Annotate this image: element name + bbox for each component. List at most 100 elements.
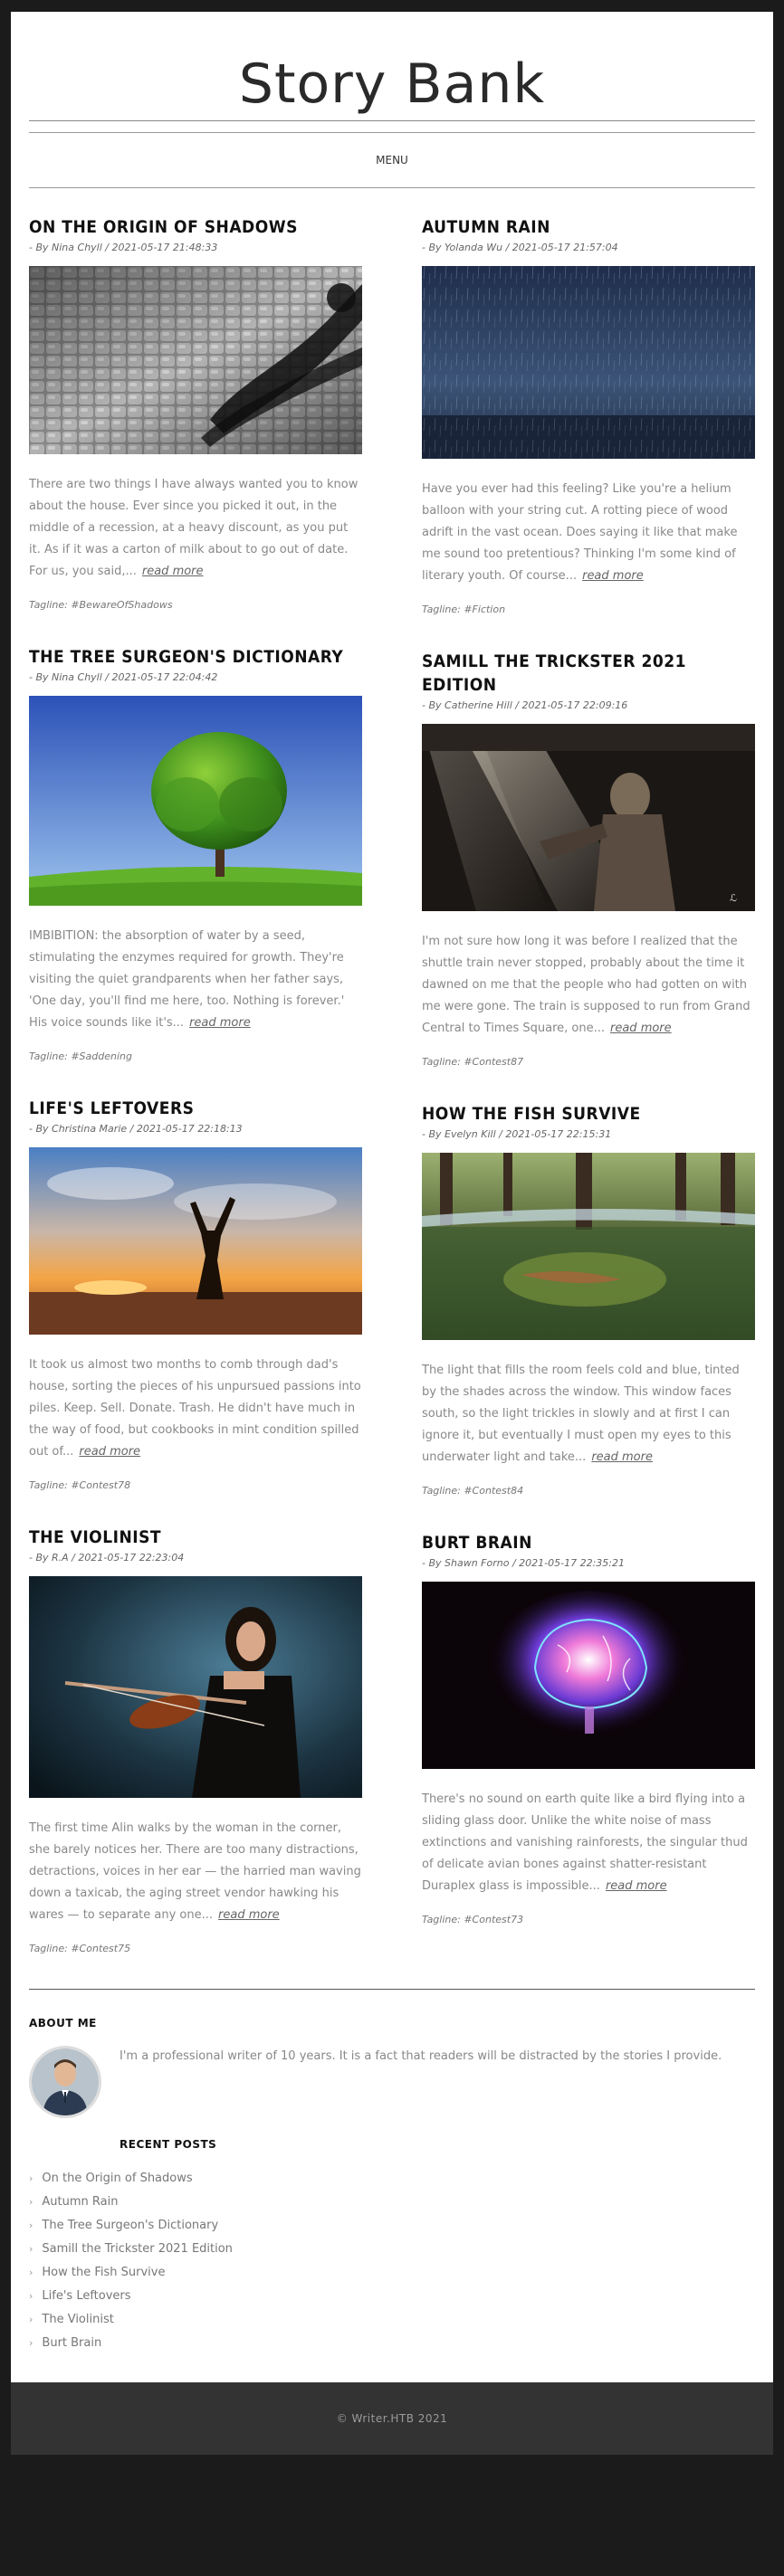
chevron-right-icon: › [29,2243,33,2255]
about-text: I'm a professional writer of 10 years. I… [120,2049,722,2063]
recent-post-link[interactable]: › Samill the Trickster 2021 Edition [29,2238,755,2261]
read-more-link[interactable]: read more [610,1022,672,1035]
post-excerpt: It took us almost two months to comb thr… [29,1355,362,1463]
read-more-link[interactable]: read more [606,1879,667,1893]
post-excerpt-text: There's no sound on earth quite like a b… [422,1792,748,1893]
chevron-right-icon: › [29,2290,33,2302]
post-title[interactable]: Burt Brain [422,1531,755,1554]
site-title[interactable]: Story Bank [29,48,755,120]
post-excerpt-text: There are two things I have always wante… [29,478,359,578]
post-image-dark-train[interactable]: ℒ [422,724,755,911]
post-image-tree[interactable] [29,696,362,906]
recent-post-link[interactable]: › Burt Brain [29,2332,755,2355]
post-title[interactable]: Samill the Trickster 2021 Edition [422,650,755,697]
posts-column-right: Autumn Rain - By Yolanda Wu / 2021-05-17… [422,215,755,1989]
post-image-shadow[interactable] [29,266,362,454]
recent-post-link[interactable]: › Autumn Rain [29,2191,755,2214]
post-tagline: Tagline: #Contest78 [29,1479,131,1491]
posts-grid: On the Origin of Shadows - By Nina Chyll… [29,215,755,1989]
chevron-right-icon: › [29,2337,33,2349]
post-card: The Violinist - By R.A / 2021-05-17 22:2… [29,1526,362,1954]
post-excerpt-text: The first time Alin walks by the woman i… [29,1821,361,1922]
chevron-right-icon: › [29,2196,33,2208]
post-excerpt: The light that fills the room feels cold… [422,1360,755,1469]
recent-post-label: Life's Leftovers [42,2289,131,2303]
post-tagline: Tagline: #Contest73 [422,1914,524,1925]
recent-post-label: How the Fish Survive [42,2266,166,2279]
read-more-link[interactable]: read more [142,565,204,578]
about-heading: ABOUT ME [29,2017,97,2029]
post-tagline: Tagline: #Contest87 [422,1056,524,1068]
read-more-link[interactable]: read more [189,1016,251,1030]
post-meta: - By Yolanda Wu / 2021-05-17 21:57:04 [422,242,618,253]
post-meta: - By Catherine Hill / 2021-05-17 22:09:1… [422,699,628,711]
menu-toggle[interactable]: MENU [376,154,408,166]
post-title[interactable]: How the Fish Survive [422,1102,755,1126]
post-image-underwater-forest[interactable] [422,1153,755,1340]
recent-post-label: The Violinist [42,2313,114,2326]
post-excerpt: Have you ever had this feeling? Like you… [422,479,755,587]
post-image-glowing-brain[interactable] [422,1582,755,1769]
post-card: How the Fish Survive - By Evelyn Kill / … [422,1102,755,1497]
recent-posts-heading: RECENT POSTS [120,2138,217,2151]
post-meta: - By Shawn Forno / 2021-05-17 22:35:21 [422,1557,625,1569]
svg-text:ℒ: ℒ [730,892,737,904]
post-image-rain[interactable] [422,266,755,459]
post-excerpt: There are two things I have always wante… [29,474,362,583]
read-more-link[interactable]: read more [582,569,644,583]
recent-post-label: Autumn Rain [42,2195,119,2209]
post-title[interactable]: On the Origin of Shadows [29,215,362,239]
post-meta: - By Nina Chyll / 2021-05-17 21:48:33 [29,242,218,253]
post-excerpt: IMBIBITION: the absorption of water by a… [29,926,362,1034]
post-excerpt: I'm not sure how long it was before I re… [422,931,755,1040]
read-more-link[interactable]: read more [79,1445,140,1459]
recent-post-link[interactable]: › Life's Leftovers [29,2285,755,2308]
recent-post-label: The Tree Surgeon's Dictionary [42,2219,219,2232]
post-tagline: Tagline: #Contest84 [422,1485,524,1497]
site-footer: © Writer.HTB 2021 [11,2382,773,2455]
post-tagline: Tagline: #Fiction [422,604,506,615]
post-tagline: Tagline: #Contest75 [29,1943,131,1954]
posts-column-left: On the Origin of Shadows - By Nina Chyll… [29,215,362,1989]
post-excerpt-text: The light that fills the room feels cold… [422,1364,740,1464]
post-card: Autumn Rain - By Yolanda Wu / 2021-05-17… [422,215,755,615]
recent-posts: RECENT POSTS › On the Origin of Shadows ›… [29,2138,755,2355]
post-title[interactable]: Autumn Rain [422,215,755,239]
post-tagline: Tagline: #BewareOfShadows [29,599,173,611]
menu-bar: MENU [29,132,755,188]
post-card: Burt Brain - By Shawn Forno / 2021-05-17… [422,1531,755,1925]
post-meta: - By Christina Marie / 2021-05-17 22:18:… [29,1123,243,1135]
post-card: The Tree Surgeon's Dictionary - By Nina … [29,645,362,1062]
recent-post-label: Samill the Trickster 2021 Edition [42,2242,233,2256]
post-excerpt-text: It took us almost two months to comb thr… [29,1358,361,1459]
recent-post-link[interactable]: › How the Fish Survive [29,2261,755,2285]
post-card: Samill the Trickster 2021 Edition - By C… [422,650,755,1068]
bottom-frame [11,2455,773,2466]
post-title[interactable]: Life's Leftovers [29,1097,362,1120]
recent-post-link[interactable]: › On the Origin of Shadows [29,2167,755,2191]
author-avatar [29,2046,101,2118]
post-meta: - By R.A / 2021-05-17 22:23:04 [29,1552,185,1564]
recent-posts-list: › On the Origin of Shadows › Autumn Rain ›… [29,2167,755,2355]
chevron-right-icon: › [29,2267,33,2278]
about-section: ABOUT ME I'm a professional writer of 10… [29,1990,755,2382]
copyright-text: © Writer.HTB 2021 [336,2412,448,2425]
recent-post-label: Burt Brain [42,2336,102,2350]
post-image-violinist[interactable] [29,1576,362,1798]
title-divider [29,120,755,121]
recent-post-link[interactable]: › The Tree Surgeon's Dictionary [29,2214,755,2238]
post-card: Life's Leftovers - By Christina Marie / … [29,1097,362,1491]
recent-post-link[interactable]: › The Violinist [29,2308,755,2332]
post-excerpt: The first time Alin walks by the woman i… [29,1818,362,1926]
post-title[interactable]: The Tree Surgeon's Dictionary [29,645,362,669]
read-more-link[interactable]: read more [591,1450,653,1464]
post-image-sunset[interactable] [29,1147,362,1335]
post-meta: - By Evelyn Kill / 2021-05-17 22:15:31 [422,1128,612,1140]
post-title[interactable]: The Violinist [29,1526,362,1549]
about-row: I'm a professional writer of 10 years. I… [29,2046,755,2118]
post-excerpt: There's no sound on earth quite like a b… [422,1789,755,1897]
post-excerpt-text: Have you ever had this feeling? Like you… [422,482,738,583]
read-more-link[interactable]: read more [218,1908,280,1922]
post-meta: - By Nina Chyll / 2021-05-17 22:04:42 [29,671,218,683]
post-card: On the Origin of Shadows - By Nina Chyll… [29,215,362,611]
